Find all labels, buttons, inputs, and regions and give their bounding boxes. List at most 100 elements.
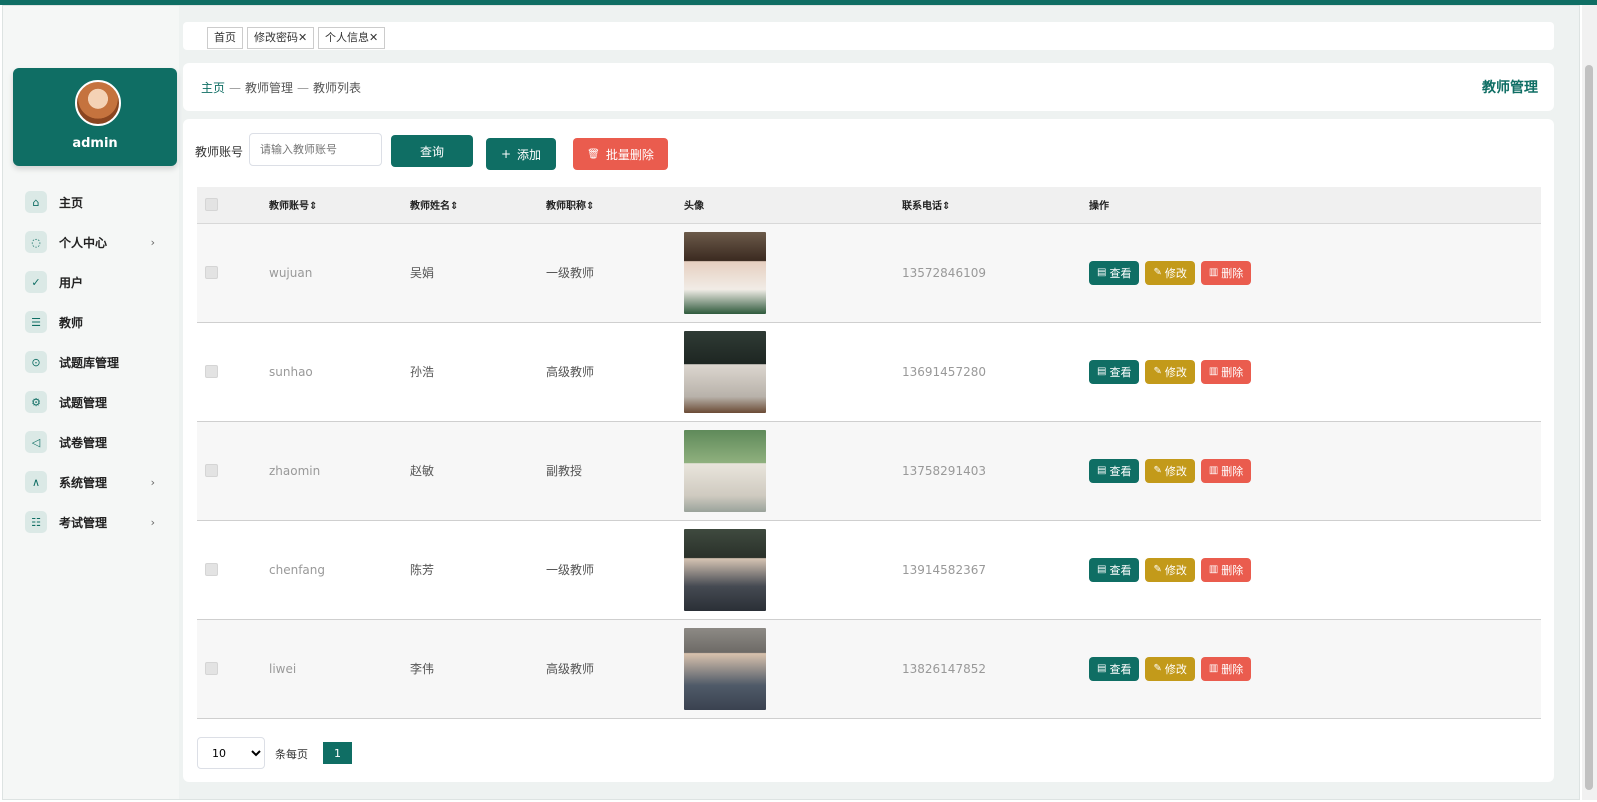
paper-management-icon: ◁ <box>25 431 47 453</box>
sidebar-item-question-management[interactable]: ⚙ 试题管理 <box>13 382 163 422</box>
edit-button[interactable]: ✎ 修改 <box>1145 458 1195 483</box>
edit-button[interactable]: ✎ 修改 <box>1145 656 1195 681</box>
cell-account: chenfang <box>269 562 325 577</box>
page-size-select[interactable]: 10 <box>197 737 265 769</box>
cell-account: sunhao <box>269 364 313 379</box>
column-header-phone[interactable]: 联系电话⇕ <box>902 187 1089 224</box>
cell-title: 一级教师 <box>546 266 595 280</box>
table-row: sunhao 孙浩 高级教师 13691457280 ▤ 查看 ✎ 修改 ▥ 删除 <box>197 322 1541 421</box>
exam-management-icon: ☷ <box>25 511 47 533</box>
query-button[interactable]: 查询 <box>391 135 473 167</box>
sidebar-item-user[interactable]: ✓ 用户 <box>13 262 163 302</box>
view-icon: ▤ <box>1097 267 1107 278</box>
sidebar-item-label: 试题管理 <box>59 395 108 410</box>
view-button[interactable]: ▤ 查看 <box>1089 458 1140 483</box>
cell-actions: ▤ 查看 ✎ 修改 ▥ 删除 <box>1089 223 1541 322</box>
delete-button[interactable]: ▥ 删除 <box>1200 359 1252 384</box>
edit-icon: ✎ <box>1153 465 1162 476</box>
edit-button[interactable]: ✎ 修改 <box>1145 260 1195 285</box>
table-row: zhaomin 赵敏 副教授 13758291403 ▤ 查看 ✎ 修改 ▥ 删除 <box>197 421 1541 520</box>
sidebar-menu: ⌂ 主页 ◌ 个人中心 › ✓ 用户 ☰ 教师 ⊙ 试题库管理 ⚙ 试题管理 ◁ 试卷管理 ∧ 系统管理 › ☷ 考试… <box>13 182 163 542</box>
sidebar-item-paper-management[interactable]: ◁ 试卷管理 <box>13 422 163 462</box>
view-button[interactable]: ▤ 查看 <box>1089 359 1140 384</box>
sidebar-item-personal-center[interactable]: ◌ 个人中心 › <box>13 222 163 262</box>
batch-delete-button[interactable]: 🗑 批量删除 <box>573 138 668 170</box>
cell-name: 孙浩 <box>410 365 435 379</box>
cell-phone: 13914582367 <box>902 562 986 577</box>
profile-card: admin <box>13 68 177 166</box>
sidebar-item-label: 主页 <box>59 195 84 210</box>
edit-button[interactable]: ✎ 修改 <box>1145 557 1195 582</box>
teacher-photo[interactable] <box>684 429 766 512</box>
cell-phone: 13826147852 <box>902 661 986 676</box>
tab-personal-info[interactable]: 个人信息✕ <box>318 27 386 49</box>
sidebar-item-label: 教师 <box>59 315 84 330</box>
delete-button[interactable]: ▥ 删除 <box>1200 458 1252 483</box>
column-header-account[interactable]: 教师账号⇕ <box>269 187 410 224</box>
teacher-icon: ☰ <box>25 311 47 333</box>
tab-change-password[interactable]: 修改密码✕ <box>247 27 315 49</box>
sidebar-item-home[interactable]: ⌂ 主页 <box>13 182 163 222</box>
breadcrumb-separator: — <box>229 81 242 95</box>
sidebar-item-system-management[interactable]: ∧ 系统管理 › <box>13 462 163 502</box>
row-checkbox[interactable] <box>205 563 218 576</box>
sidebar-item-label: 考试管理 <box>59 515 108 530</box>
sidebar-item-question-bank[interactable]: ⊙ 试题库管理 <box>13 342 163 382</box>
tab-home[interactable]: 首页 <box>207 27 243 49</box>
row-checkbox[interactable] <box>205 365 218 378</box>
trash-icon: ▥ <box>1208 465 1219 476</box>
view-button[interactable]: ▤ 查看 <box>1089 656 1140 681</box>
add-button[interactable]: + 添加 <box>486 138 556 170</box>
column-header-title[interactable]: 教师职称⇕ <box>546 187 684 224</box>
sidebar-item-label: 试题库管理 <box>59 355 120 370</box>
delete-button[interactable]: ▥ 删除 <box>1200 656 1252 681</box>
cell-actions: ▤ 查看 ✎ 修改 ▥ 删除 <box>1089 322 1541 421</box>
view-icon: ▤ <box>1097 366 1107 377</box>
cell-name: 吴娟 <box>410 266 435 280</box>
chevron-right-icon: › <box>150 475 155 489</box>
trash-icon: ▥ <box>1208 366 1219 377</box>
cell-title: 副教授 <box>546 464 583 478</box>
avatar[interactable] <box>75 80 121 126</box>
sidebar-item-label: 试卷管理 <box>59 435 108 450</box>
page-button-current[interactable]: 1 <box>323 742 352 764</box>
search-label: 教师账号 <box>195 145 244 159</box>
trash-icon: ▥ <box>1208 663 1219 674</box>
main-card: 教师账号 查询 + 添加 🗑 批量删除 教师账号⇕ 教师姓名⇕ 教师职称⇕ 头像 联… <box>183 119 1554 782</box>
edit-button[interactable]: ✎ 修改 <box>1145 359 1195 384</box>
scrollbar-thumb[interactable] <box>1585 65 1593 790</box>
column-header-name[interactable]: 教师姓名⇕ <box>410 187 546 224</box>
search-input[interactable] <box>249 133 382 166</box>
column-header-actions: 操作 <box>1089 187 1541 224</box>
app-frame: admin ⌂ 主页 ◌ 个人中心 › ✓ 用户 ☰ 教师 ⊙ 试题库管理 ⚙ 试题管理 ◁ 试卷管理 ∧ 系统… <box>2 5 1580 800</box>
view-icon: ▤ <box>1097 564 1107 575</box>
edit-icon: ✎ <box>1153 663 1162 674</box>
sidebar: admin ⌂ 主页 ◌ 个人中心 › ✓ 用户 ☰ 教师 ⊙ 试题库管理 ⚙ 试题管理 ◁ 试卷管理 ∧ 系统… <box>3 6 179 799</box>
view-button[interactable]: ▤ 查看 <box>1089 260 1140 285</box>
teacher-photo[interactable] <box>684 528 766 611</box>
view-icon: ▤ <box>1097 663 1107 674</box>
select-all-checkbox[interactable] <box>205 198 218 212</box>
sidebar-item-label: 用户 <box>59 275 84 290</box>
cell-phone: 13572846109 <box>902 265 986 280</box>
sidebar-item-teacher[interactable]: ☰ 教师 <box>13 302 163 342</box>
sidebar-item-exam-management[interactable]: ☷ 考试管理 › <box>13 502 163 542</box>
breadcrumb-home[interactable]: 主页 <box>201 81 225 95</box>
teacher-photo[interactable] <box>684 231 766 314</box>
view-button[interactable]: ▤ 查看 <box>1089 557 1140 582</box>
system-management-icon: ∧ <box>25 471 47 493</box>
row-checkbox[interactable] <box>205 662 218 675</box>
table-header-row: 教师账号⇕ 教师姓名⇕ 教师职称⇕ 头像 联系电话⇕ 操作 <box>197 187 1541 224</box>
trash-icon: 🗑 <box>587 148 600 160</box>
delete-button[interactable]: ▥ 删除 <box>1200 557 1252 582</box>
teacher-photo[interactable] <box>684 330 766 413</box>
sidebar-item-label: 系统管理 <box>59 475 108 490</box>
teacher-photo[interactable] <box>684 627 766 710</box>
row-checkbox[interactable] <box>205 464 218 477</box>
page-scrollbar[interactable] <box>1582 5 1597 800</box>
row-checkbox[interactable] <box>205 266 218 279</box>
teacher-table: 教师账号⇕ 教师姓名⇕ 教师职称⇕ 头像 联系电话⇕ 操作 wujuan 吴娟 一级… <box>197 187 1541 719</box>
delete-button[interactable]: ▥ 删除 <box>1200 260 1252 285</box>
table-row: chenfang 陈芳 一级教师 13914582367 ▤ 查看 ✎ 修改 ▥ 删除 <box>197 520 1541 619</box>
cell-name: 赵敏 <box>410 464 435 478</box>
